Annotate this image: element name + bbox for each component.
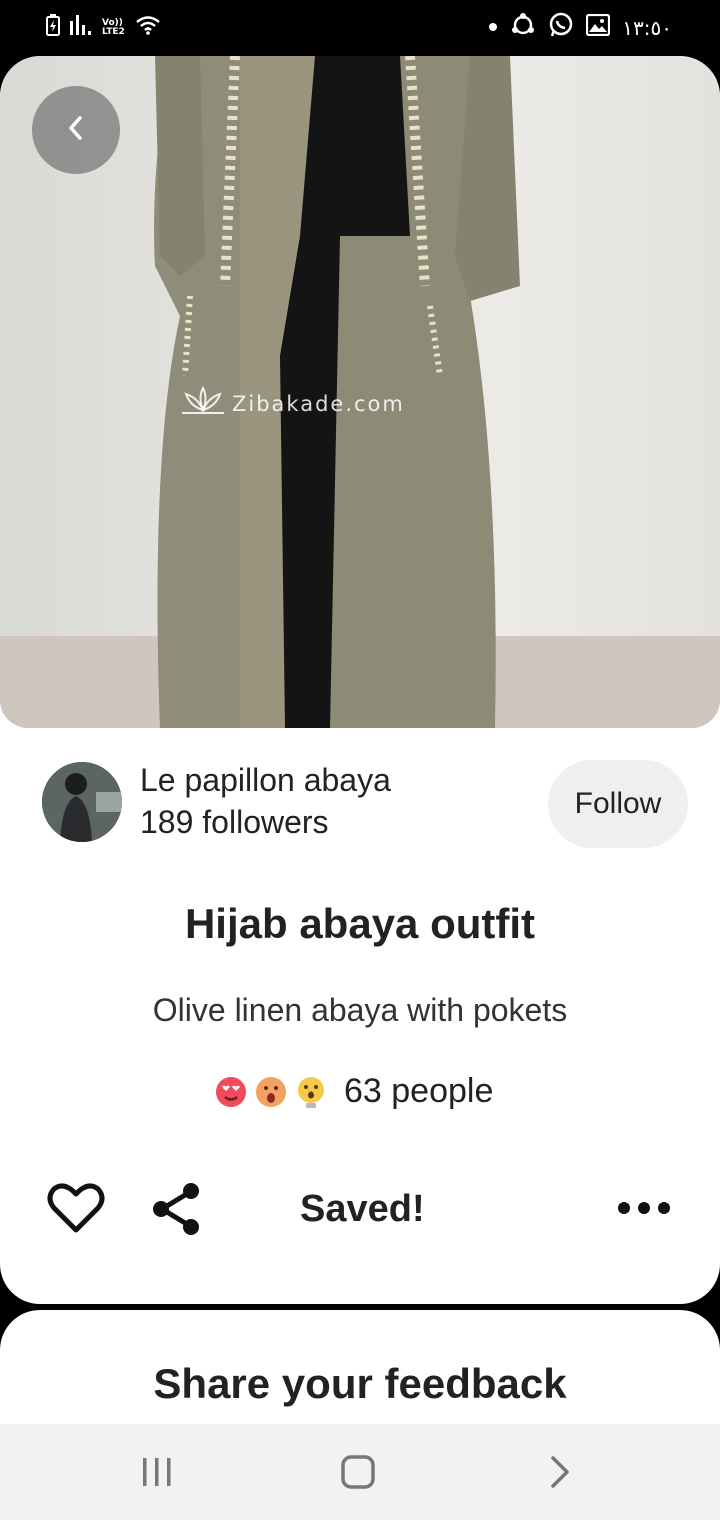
back-nav-button[interactable] <box>548 1454 572 1495</box>
avatar-photo <box>42 762 122 842</box>
heart-eyes-emoji-icon <box>214 1075 248 1109</box>
gallery-icon <box>586 13 611 41</box>
like-button[interactable] <box>46 1180 106 1236</box>
reactions[interactable]: 63 people <box>214 1072 493 1111</box>
chevron-left-icon <box>66 115 86 146</box>
pin-card: Zibakade.com Le papillon abaya 189 follo… <box>0 56 720 1304</box>
status-bar: Vo)) LTE2 ١٣:٥٠ <box>0 0 720 56</box>
action-bar: Saved! <box>0 1176 720 1242</box>
status-time: ١٣:٥٠ <box>622 15 672 40</box>
status-right: ١٣:٥٠ <box>488 12 672 43</box>
back-button[interactable] <box>32 86 120 174</box>
creator-name[interactable]: Le papillon abaya <box>140 762 391 799</box>
share-icon <box>150 1183 204 1240</box>
feedback-title: Share your feedback <box>153 1360 567 1407</box>
network-label-bottom: LTE2 <box>102 26 125 37</box>
home-button[interactable] <box>340 1454 376 1495</box>
recent-apps-button[interactable] <box>140 1454 174 1495</box>
saved-label[interactable]: Saved! <box>300 1188 425 1231</box>
avatar[interactable] <box>42 762 122 842</box>
dot-icon <box>488 19 498 37</box>
recent-apps-icon <box>140 1458 174 1494</box>
home-icon <box>340 1455 376 1494</box>
more-icon <box>616 1202 672 1224</box>
pin-description: Olive linen abaya with pokets <box>152 992 568 1028</box>
pin-title: Hijab abaya outfit <box>184 900 536 947</box>
whatsapp-icon <box>548 12 574 43</box>
nav-bar <box>0 1424 720 1520</box>
lotus-logo-icon <box>180 385 226 421</box>
wifi-icon <box>135 15 161 40</box>
heart-outline-icon <box>46 1183 106 1240</box>
idea-emoji-icon <box>294 1075 328 1109</box>
screen: Vo)) LTE2 ١٣:٥٠ Zibakade.com Le papillon… <box>0 0 720 1520</box>
sync-icon <box>510 12 536 43</box>
follow-button[interactable]: Follow <box>548 760 688 848</box>
surprised-emoji-icon <box>254 1075 288 1109</box>
pin-image[interactable]: Zibakade.com <box>0 56 720 728</box>
watermark-text: Zibakade.com <box>232 391 405 416</box>
signal-icon <box>70 15 92 40</box>
reactions-count: 63 people <box>344 1072 494 1110</box>
creator-row: Le papillon abaya 189 followers Follow <box>0 760 720 848</box>
back-nav-icon <box>548 1456 572 1494</box>
status-left: Vo)) LTE2 <box>46 14 161 41</box>
creator-followers: 189 followers <box>140 804 329 840</box>
volte-icon: Vo)) LTE2 <box>102 18 125 37</box>
more-button[interactable] <box>616 1196 672 1220</box>
battery-charging-icon <box>46 14 60 41</box>
share-button[interactable] <box>150 1182 204 1236</box>
watermark: Zibakade.com <box>180 385 405 421</box>
